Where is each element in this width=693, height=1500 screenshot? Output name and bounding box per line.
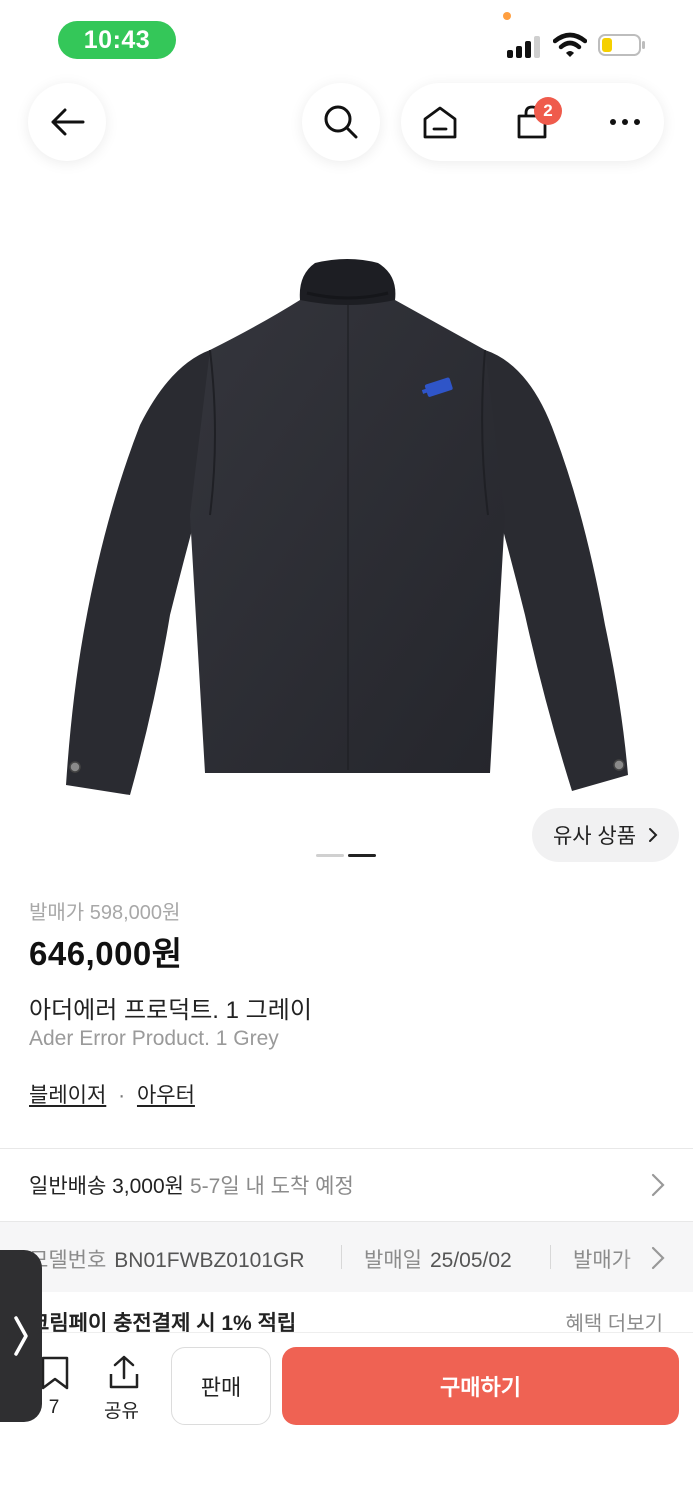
current-price: 646,000원	[29, 935, 183, 972]
bookmark-icon[interactable]	[40, 1355, 70, 1391]
chevron-right-icon	[651, 1246, 665, 1270]
arrow-left-icon	[51, 108, 85, 136]
chevron-right-icon	[651, 1173, 665, 1197]
pagination-dot[interactable]	[316, 854, 344, 857]
product-image[interactable]	[60, 255, 635, 800]
spec-model-number: 모델번호 BN01FWBZ0101GR	[29, 1249, 305, 1272]
product-name-korean: 아더에러 프로덕트. 1 그레이	[29, 997, 312, 1024]
category-link-outer[interactable]: 아우터	[137, 1084, 195, 1107]
pagination-dot-active[interactable]	[348, 854, 376, 857]
more-horizontal-icon	[610, 119, 640, 125]
delivery-row[interactable]: 일반배송 3,000원 5-7일 내 도착 예정	[29, 1170, 354, 1200]
category-separator: ·	[118, 1084, 126, 1107]
spec-separator	[550, 1245, 551, 1269]
promo-row[interactable]: 크림페이 충전결제 시 1% 적립 혜택 더보기	[0, 1292, 693, 1332]
more-button[interactable]	[601, 83, 649, 161]
sell-button[interactable]: 판매	[171, 1347, 271, 1425]
category-links: 블레이저 · 아우터	[29, 1079, 195, 1109]
back-button[interactable]	[28, 83, 106, 161]
status-bar: 10:43	[0, 0, 693, 80]
home-icon	[423, 106, 457, 139]
divider	[0, 1148, 693, 1149]
cart-count-badge: 2	[534, 97, 562, 125]
buy-button[interactable]: 구매하기	[282, 1347, 679, 1425]
spec-release-date: 발매일 25/05/02	[364, 1249, 512, 1272]
home-button[interactable]	[419, 83, 461, 161]
product-name-english: Ader Error Product. 1 Grey	[29, 1027, 279, 1050]
promo-more-link[interactable]: 혜택 더보기	[565, 1307, 663, 1332]
side-panel-handle[interactable]	[0, 1250, 42, 1422]
spec-row[interactable]: 모델번호 BN01FWBZ0101GR 발매일 25/05/02 발매가	[0, 1222, 693, 1292]
image-pagination	[316, 854, 378, 858]
search-button[interactable]	[302, 83, 380, 161]
cellular-signal-icon	[507, 34, 543, 58]
bookmark-count: 7	[48, 1397, 60, 1418]
share-label: 공유	[104, 1401, 139, 1422]
similar-products-label: 유사 상품	[552, 825, 637, 848]
status-time: 10:43	[58, 21, 176, 59]
delivery-eta: 5-7일 내 도착 예정	[190, 1175, 354, 1198]
chevron-right-icon	[649, 828, 658, 842]
header-actions	[401, 83, 664, 161]
release-price: 발매가 598,000원	[29, 902, 181, 924]
promo-text: 크림페이 충전결제 시 1% 적립	[30, 1312, 297, 1332]
share-icon[interactable]	[107, 1354, 141, 1390]
chevron-right-icon	[14, 1316, 28, 1356]
category-link-blazer[interactable]: 블레이저	[29, 1084, 106, 1107]
similar-products-button[interactable]: 유사 상품	[532, 808, 679, 862]
search-icon	[324, 105, 358, 139]
wifi-icon	[552, 32, 588, 58]
privacy-indicator	[503, 12, 511, 20]
battery-icon	[598, 34, 646, 56]
spec-separator	[341, 1245, 342, 1269]
delivery-fee: 일반배송 3,000원	[29, 1175, 184, 1198]
